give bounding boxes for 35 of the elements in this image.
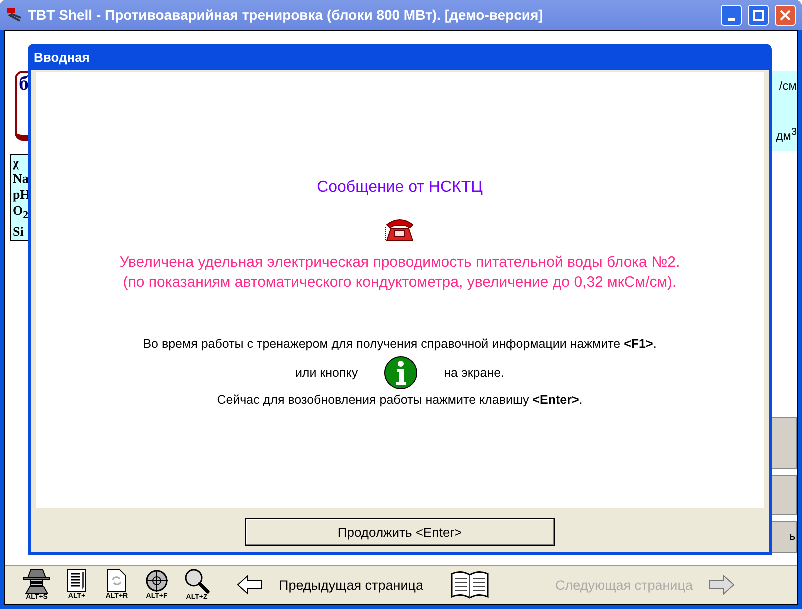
parameter-label: χ bbox=[13, 155, 20, 171]
instruction-text: Во время работы с тренажером для получения справочной информации нажмите <F1>. bbox=[143, 337, 657, 351]
close-button[interactable] bbox=[775, 4, 796, 26]
previous-page-button[interactable]: Предыдущая страница bbox=[231, 575, 430, 595]
crosshair-icon bbox=[145, 569, 169, 593]
instruction-text: на экране. bbox=[444, 366, 505, 380]
app-icon bbox=[6, 7, 22, 23]
telephone-icon bbox=[385, 217, 415, 243]
maximize-icon bbox=[753, 10, 764, 20]
parameter-label: Na bbox=[13, 171, 30, 187]
message-text: Увеличена удельная электрическая проводимость питательной воды блока №2. bbox=[120, 253, 680, 273]
unit-label: б bbox=[19, 73, 29, 95]
unit-text: дм$^{3}$ bbox=[776, 127, 797, 143]
dialog-title: Вводная bbox=[34, 50, 90, 64]
left-arrow-icon bbox=[237, 575, 263, 595]
book-icon[interactable] bbox=[450, 570, 490, 600]
close-icon bbox=[780, 10, 791, 20]
right-arrow-icon bbox=[708, 575, 735, 595]
refresh-page-icon bbox=[107, 569, 127, 593]
instruction-text: или кнопку bbox=[295, 366, 358, 380]
message-text: (по показаниям автоматического кондуктометра, увеличение до 0,32 мкСм/см). bbox=[123, 273, 677, 293]
window-title: TBT Shell - Противоаварийная тренировка (блоки 800 МВт). [демо-версия] bbox=[28, 7, 544, 23]
magnifier-icon bbox=[184, 568, 210, 594]
unit-text: /см bbox=[779, 79, 797, 93]
maximize-button[interactable] bbox=[748, 4, 769, 26]
spy-icon bbox=[22, 568, 52, 594]
instruction-text: Сейчас для возобновления работы нажмите клавишу <Enter>. bbox=[217, 393, 583, 407]
minimize-button[interactable] bbox=[721, 4, 742, 26]
document-icon bbox=[67, 569, 87, 593]
minimize-icon bbox=[728, 18, 735, 20]
info-icon[interactable] bbox=[384, 356, 418, 390]
continue-button[interactable]: Продолжить <Enter> bbox=[245, 518, 555, 546]
parameter-label: O$_{2}$ bbox=[13, 203, 30, 224]
parameter-label: Si bbox=[13, 224, 25, 240]
message-heading: Сообщение от НСКТЦ bbox=[317, 179, 483, 197]
